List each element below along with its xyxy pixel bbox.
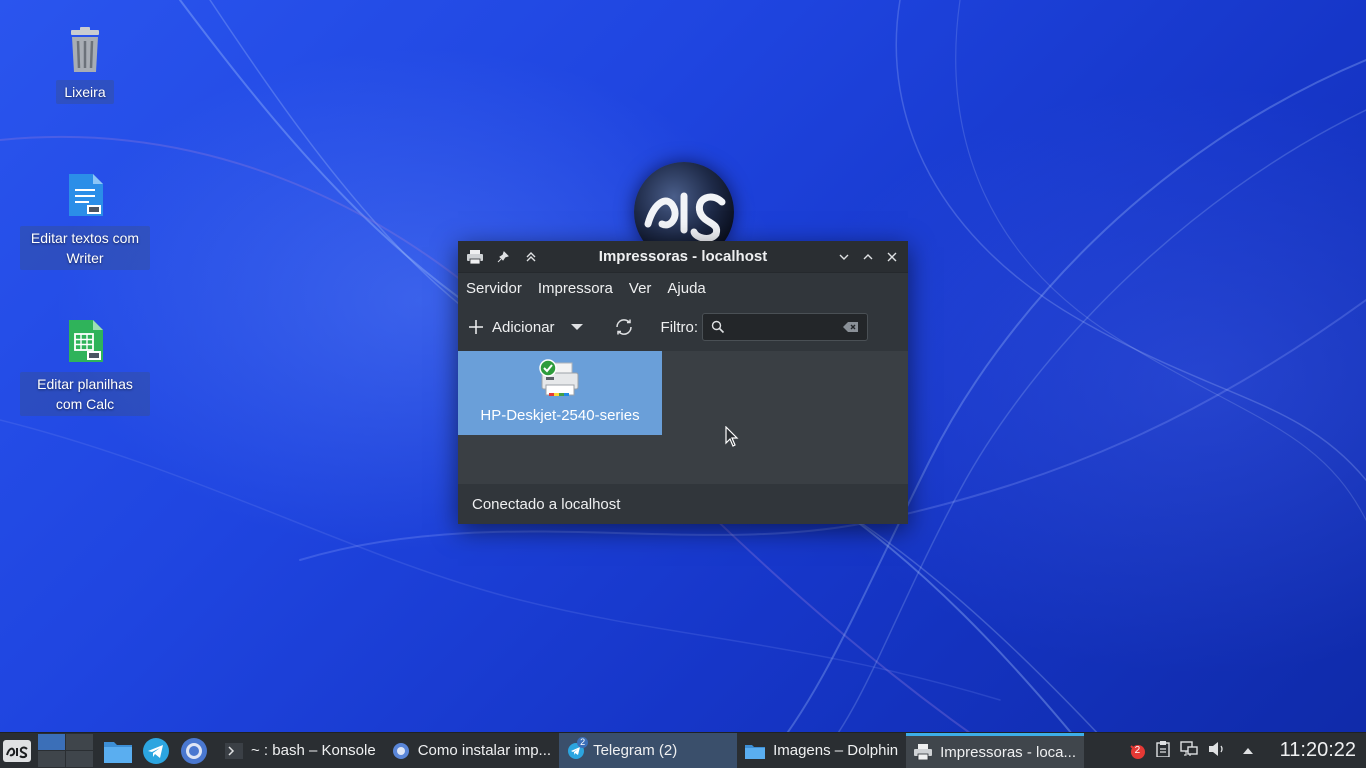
menu-impressora[interactable]: Impressora — [538, 280, 621, 297]
filter-input[interactable] — [733, 319, 844, 335]
menu-ajuda[interactable]: Ajuda — [667, 280, 713, 297]
tray-badge: 2 — [1134, 744, 1141, 756]
task-label: Telegram (2) — [593, 742, 678, 759]
update-notifier-icon[interactable]: 2 — [1128, 742, 1146, 760]
clear-text-icon[interactable] — [843, 321, 859, 333]
telegram-unread-badge: 2 — [577, 736, 589, 748]
toolbar: Adicionar Filtro: — [458, 303, 908, 351]
plus-icon — [469, 320, 483, 334]
pager-desktop-1[interactable] — [38, 734, 65, 750]
pager-desktop-4[interactable] — [66, 751, 93, 767]
menu-bar: Servidor Impressora Ver Ajuda — [458, 273, 908, 303]
desktop-icon-writer[interactable]: Editar textos com Writer — [20, 172, 150, 270]
launcher-logo-icon — [3, 739, 31, 762]
desktop-icon-trash[interactable]: Lixeira — [20, 26, 150, 104]
clock[interactable]: 11:20:22 — [1280, 739, 1356, 762]
printers-window: Impressoras - localhost Servidor Impress… — [458, 241, 908, 524]
desktop-icon-label: Lixeira — [56, 80, 114, 104]
task-label: ~ : bash – Konsole — [251, 742, 376, 759]
printer-list: HP-Deskjet-2540-series — [458, 351, 908, 484]
printer-ready-icon — [539, 359, 579, 396]
task-dolphin[interactable]: Imagens – Dolphin — [737, 733, 906, 768]
add-printer-button[interactable]: Adicionar — [468, 319, 555, 336]
menu-servidor[interactable]: Servidor — [466, 280, 530, 297]
quick-launch — [103, 736, 209, 766]
desktop-icon-label: Editar planilhas com Calc — [20, 372, 150, 416]
close-icon[interactable] — [882, 247, 902, 267]
maximize-icon[interactable] — [858, 247, 878, 267]
system-tray: 2 11:20:22 — [1128, 739, 1366, 762]
task-label: Impressoras - loca... — [940, 743, 1077, 761]
application-launcher[interactable] — [0, 733, 34, 768]
add-dropdown-arrow-icon[interactable] — [570, 324, 583, 330]
mouse-cursor-icon — [725, 426, 739, 447]
window-titlebar[interactable]: Impressoras - localhost — [458, 241, 908, 273]
connection-status: Conectado a localhost — [472, 495, 621, 513]
status-bar: Conectado a localhost — [458, 484, 908, 524]
pager-desktop-2[interactable] — [66, 734, 93, 750]
task-telegram[interactable]: 2 Telegram (2) — [559, 732, 738, 768]
search-icon — [711, 320, 725, 334]
calc-spreadsheet-icon — [63, 318, 107, 366]
pin-icon[interactable] — [493, 247, 513, 267]
filter-field[interactable] — [702, 313, 869, 341]
keep-above-icon[interactable] — [521, 247, 541, 267]
menu-ver[interactable]: Ver — [629, 280, 660, 297]
task-browser[interactable]: Como instalar imp... — [384, 733, 559, 768]
taskbar: ~ : bash – Konsole Como instalar imp... … — [0, 732, 1366, 768]
writer-document-icon — [63, 172, 107, 220]
printer-item[interactable]: HP-Deskjet-2540-series — [458, 351, 662, 435]
network-icon[interactable] — [1179, 740, 1198, 761]
refresh-icon[interactable] — [613, 316, 635, 338]
minimize-icon[interactable] — [834, 247, 854, 267]
terminal-icon — [225, 742, 243, 759]
filter-label: Filtro: — [660, 318, 699, 336]
file-manager-launcher-icon[interactable] — [103, 736, 133, 766]
desktop-icon-label: Editar textos com Writer — [20, 226, 150, 270]
trash-icon — [63, 26, 107, 74]
printer-app-icon[interactable] — [465, 247, 485, 267]
task-konsole[interactable]: ~ : bash – Konsole — [217, 733, 384, 768]
printer-icon — [914, 744, 933, 760]
browser-launcher-icon[interactable] — [179, 736, 209, 766]
printer-name: HP-Deskjet-2540-series — [480, 407, 640, 424]
telegram-launcher-icon[interactable] — [141, 736, 171, 766]
clipboard-icon[interactable] — [1155, 740, 1170, 761]
tray-expand-arrow-icon[interactable] — [1242, 742, 1254, 759]
desktop-icon-calc[interactable]: Editar planilhas com Calc — [20, 318, 150, 416]
volume-icon[interactable] — [1208, 741, 1226, 761]
browser-icon — [392, 742, 409, 759]
task-label: Imagens – Dolphin — [773, 742, 899, 759]
task-printers[interactable]: Impressoras - loca... — [906, 732, 1085, 768]
virtual-desktop-pager[interactable] — [38, 734, 93, 767]
add-button-label: Adicionar — [492, 318, 555, 336]
folder-icon — [745, 744, 766, 759]
pager-desktop-3[interactable] — [38, 751, 65, 767]
task-label: Como instalar imp... — [417, 742, 552, 759]
